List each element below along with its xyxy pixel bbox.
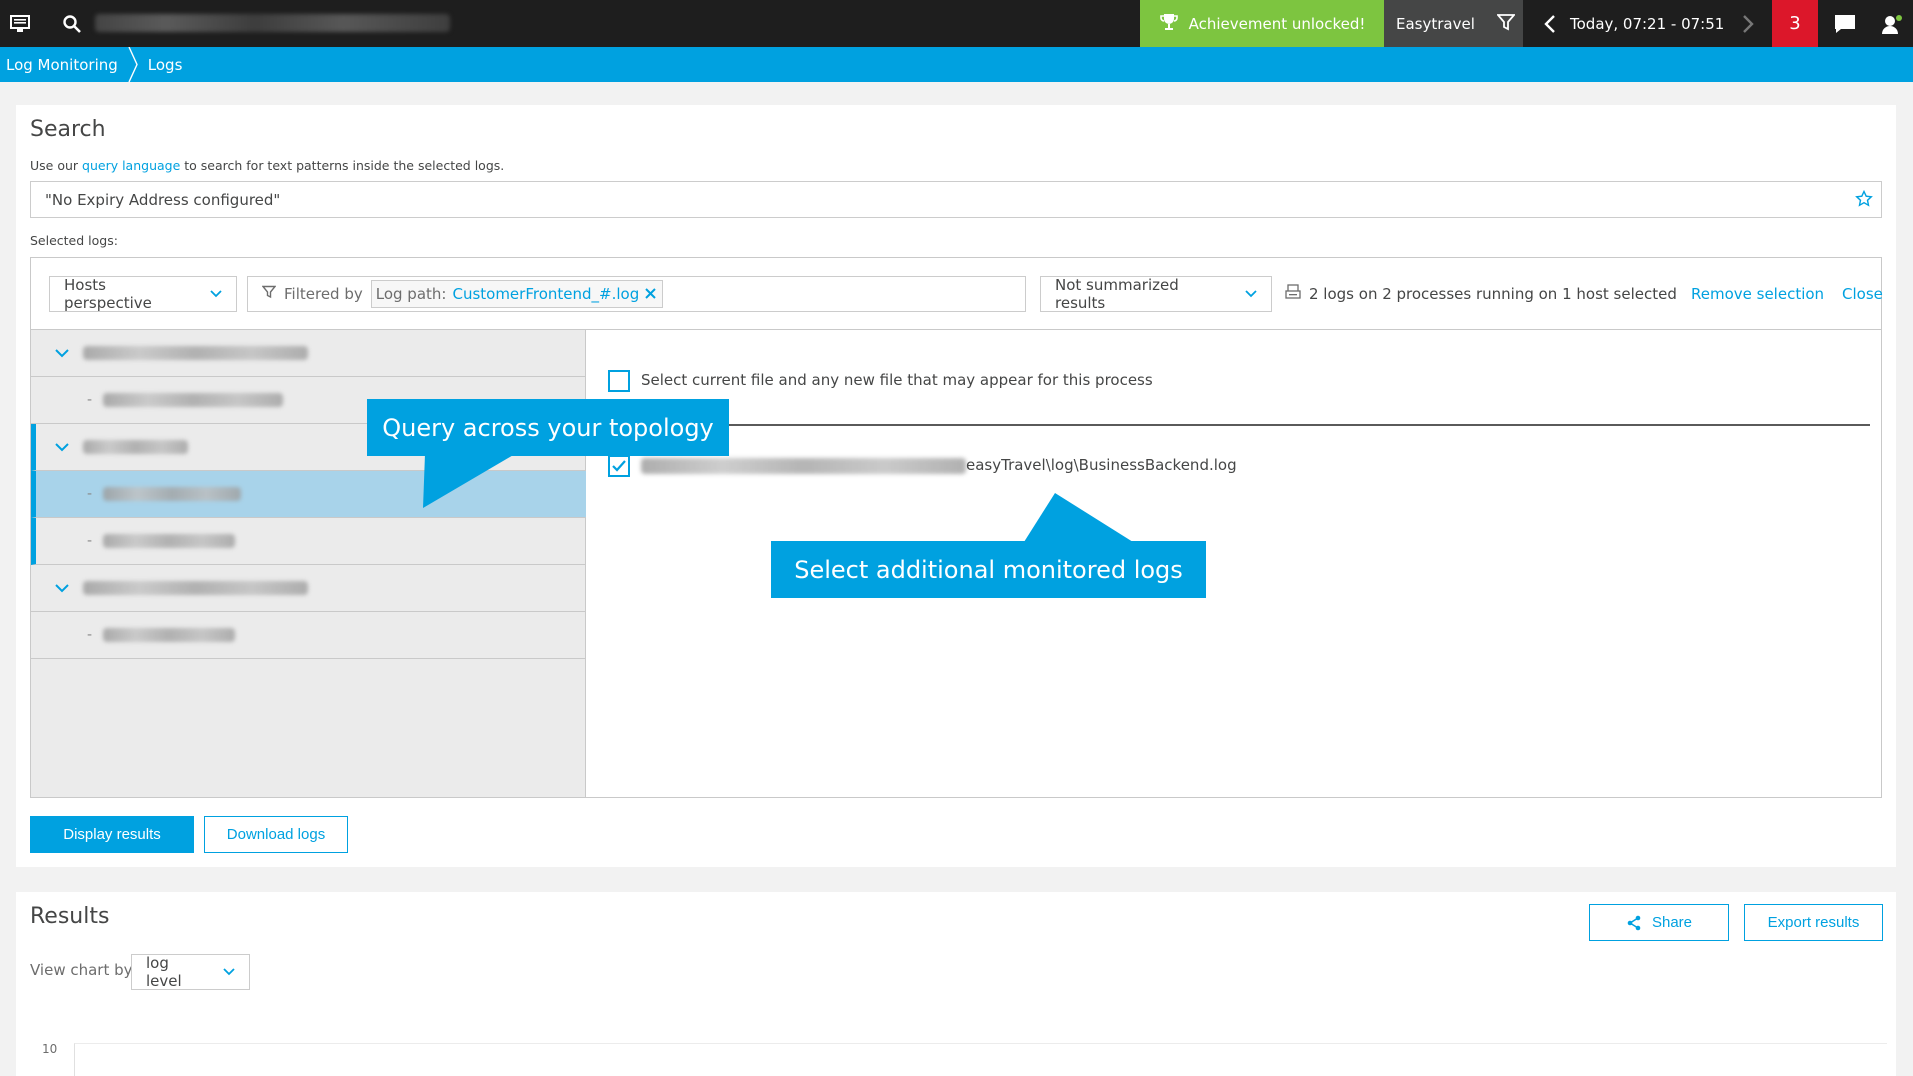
select-current-file-label: Select current file and any new file tha… xyxy=(641,371,1153,389)
tree-dash: - xyxy=(87,486,93,502)
chart-by-dropdown[interactable]: log level xyxy=(131,954,250,990)
blurred-process-name xyxy=(103,534,235,548)
breadcrumb-logs[interactable]: Logs xyxy=(142,47,189,82)
chevron-down-icon[interactable] xyxy=(55,583,83,593)
top-navigation-bar: Achievement unlocked! Easytravel Today, … xyxy=(0,0,1913,47)
results-title: Results xyxy=(30,904,110,929)
checkmark-icon xyxy=(612,460,626,472)
results-chart-area xyxy=(74,1043,1887,1076)
query-value: "No Expiry Address configured" xyxy=(45,190,281,209)
breadcrumb: Log Monitoring Logs xyxy=(0,47,1913,82)
perspective-dropdown[interactable]: Hosts perspective xyxy=(49,276,237,312)
logs-selection-info: 2 logs on 2 processes running on 1 host … xyxy=(1285,276,1677,312)
summary-mode-value: Not summarized results xyxy=(1055,276,1179,312)
tooltip-query-topology: Query across your topology xyxy=(367,399,729,456)
logs-file-icon xyxy=(1285,284,1301,304)
timeframe-next-icon[interactable] xyxy=(1733,0,1763,47)
search-hint: Use our query language to search for tex… xyxy=(30,158,504,173)
perspective-value: Hosts perspective xyxy=(64,276,152,312)
filtered-by-label: Filtered by xyxy=(284,285,363,303)
achievement-label: Achievement unlocked! xyxy=(1188,14,1366,33)
hint-prefix: Use our xyxy=(30,158,83,173)
download-logs-button[interactable]: Download logs xyxy=(204,816,348,853)
search-card: Search Use our query language to search … xyxy=(16,105,1896,867)
timeframe-prev-icon[interactable] xyxy=(1535,0,1565,47)
tooltip-arrow-icon xyxy=(1024,493,1133,542)
breadcrumb-log-monitoring[interactable]: Log Monitoring xyxy=(0,47,124,82)
hint-suffix: to search for text patterns inside the s… xyxy=(180,158,505,173)
filter-chip-log-path[interactable]: Log path: CustomerFrontend_#.log xyxy=(370,280,664,308)
tree-dash: - xyxy=(87,392,93,408)
tree-group-row[interactable] xyxy=(31,565,586,612)
query-input[interactable]: "No Expiry Address configured" xyxy=(30,181,1882,218)
filter-input[interactable]: Filtered by Log path: CustomerFrontend_#… xyxy=(247,276,1026,312)
blurred-search-text xyxy=(95,14,450,32)
chevron-down-icon xyxy=(1231,290,1257,298)
chat-icon[interactable] xyxy=(1822,0,1868,47)
tree-dash: - xyxy=(87,533,93,549)
tree-group-row[interactable] xyxy=(31,330,586,377)
breadcrumb-separator-icon xyxy=(124,47,142,82)
share-button[interactable]: Share xyxy=(1589,904,1729,941)
blurred-file-path xyxy=(641,458,966,474)
menu-icon[interactable] xyxy=(0,0,40,47)
export-results-button[interactable]: Export results xyxy=(1744,904,1883,941)
chevron-down-icon[interactable] xyxy=(55,442,83,452)
chevron-down-icon xyxy=(196,290,222,298)
log-file-checkbox[interactable] xyxy=(608,455,630,477)
tree-leaf-row[interactable]: - xyxy=(31,612,586,659)
files-divider xyxy=(608,424,1870,426)
tree-leaf-row[interactable]: - xyxy=(31,518,586,565)
blurred-group-name xyxy=(83,440,188,454)
tree-dash: - xyxy=(87,627,93,643)
logs-info-text: 2 logs on 2 processes running on 1 host … xyxy=(1309,285,1677,303)
share-label: Share xyxy=(1651,914,1693,931)
summary-mode-dropdown[interactable]: Not summarized results xyxy=(1040,276,1272,312)
query-language-link[interactable]: query language xyxy=(82,158,180,173)
log-file-path: easyTravel\log\BusinessBackend.log xyxy=(966,456,1237,474)
remove-filter-icon[interactable] xyxy=(645,286,656,303)
chart-y-tick: 10 xyxy=(42,1042,58,1056)
filter-chip-key: Log path: xyxy=(375,285,447,303)
blurred-group-name xyxy=(83,346,308,360)
timeframe-selector[interactable]: Today, 07:21 - 07:51 xyxy=(1570,0,1740,47)
filter-icon xyxy=(261,285,277,303)
trophy-icon xyxy=(1159,12,1179,36)
remove-selection-link[interactable]: Remove selection xyxy=(1691,276,1824,312)
tooltip-arrow-icon xyxy=(423,454,515,508)
app-name: Easytravel xyxy=(1396,14,1475,33)
problems-badge[interactable]: 3 xyxy=(1772,0,1818,47)
blurred-process-name xyxy=(103,393,283,407)
app-selector[interactable]: Easytravel xyxy=(1384,0,1523,47)
blurred-process-name xyxy=(103,628,235,642)
search-icon[interactable] xyxy=(52,0,92,47)
results-card: Results Share Export results View chart … xyxy=(16,892,1896,1076)
achievement-banner[interactable]: Achievement unlocked! xyxy=(1140,0,1384,47)
view-chart-by-label: View chart by xyxy=(30,961,133,979)
chevron-down-icon[interactable] xyxy=(55,348,83,358)
select-current-file-checkbox[interactable] xyxy=(608,370,630,392)
blurred-process-name xyxy=(103,487,241,501)
close-link[interactable]: Close xyxy=(1842,276,1883,312)
chart-by-value: log level xyxy=(146,954,182,990)
search-title: Search xyxy=(30,117,106,142)
user-icon[interactable] xyxy=(1870,0,1913,47)
tooltip-additional-logs: Select additional monitored logs xyxy=(771,541,1206,598)
display-results-button[interactable]: Display results xyxy=(30,816,194,853)
selected-logs-label: Selected logs: xyxy=(30,233,118,248)
log-selection-panel: Hosts perspective Filtered by Log path: … xyxy=(30,257,1883,798)
star-icon[interactable] xyxy=(1855,189,1873,212)
selection-toolbar: Hosts perspective Filtered by Log path: … xyxy=(31,258,1883,330)
filter-chip-value: CustomerFrontend_#.log xyxy=(452,285,640,303)
blurred-group-name xyxy=(83,581,308,595)
chevron-down-icon xyxy=(209,968,235,976)
filter-icon[interactable] xyxy=(1495,13,1516,35)
share-icon xyxy=(1627,915,1641,930)
